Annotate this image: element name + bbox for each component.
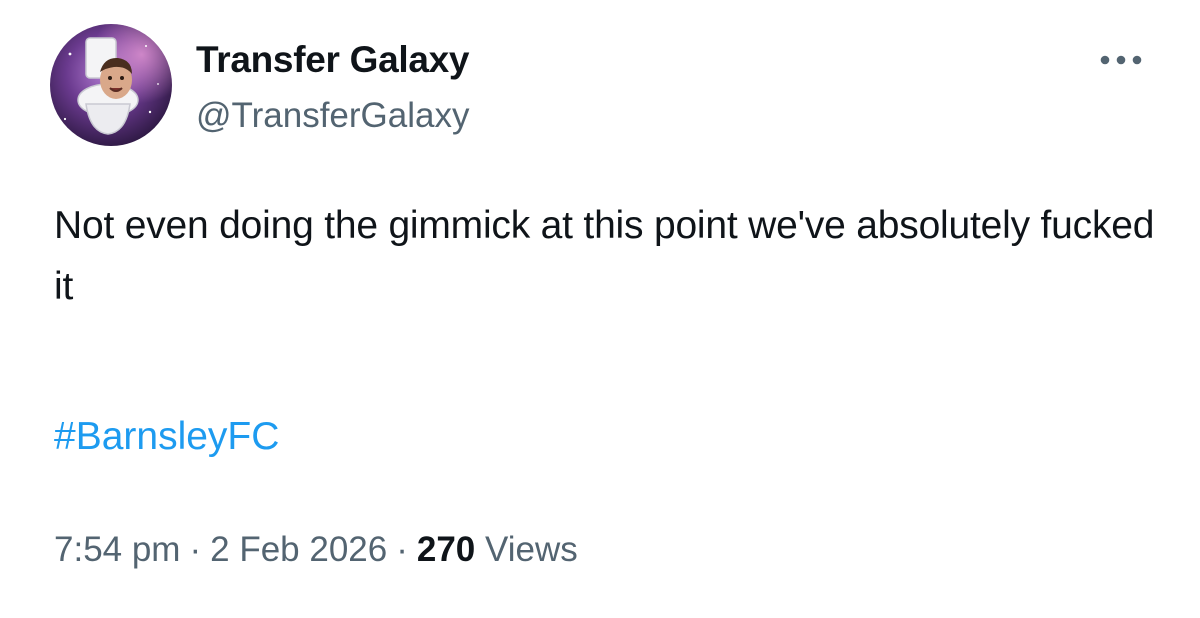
tweet-meta: 7:54 pm · 2 Feb 2026 · 270 Views — [54, 528, 578, 572]
views-label: Views — [485, 530, 578, 569]
author-display-name[interactable]: Transfer Galaxy — [196, 38, 469, 82]
author-handle[interactable]: @TransferGalaxy — [196, 95, 469, 137]
hashtag-link[interactable]: #BarnsleyFC — [54, 413, 279, 461]
views-count: 270 — [416, 530, 476, 569]
tweet-time[interactable]: 7:54 pm — [54, 530, 180, 569]
more-options-button[interactable] — [1094, 46, 1148, 74]
author-avatar[interactable] — [50, 24, 172, 146]
tweet-card: Transfer Galaxy @TransferGalaxy Not even… — [0, 0, 1200, 618]
tweet-date[interactable]: 2 Feb 2026 — [210, 530, 387, 569]
toilet-head-avatar-icon — [50, 24, 172, 146]
more-horizontal-icon — [1100, 55, 1142, 65]
tweet-text: Not even doing the gimmick at this point… — [54, 204, 1155, 308]
meta-separator: · — [189, 530, 202, 569]
meta-separator: · — [396, 530, 408, 569]
